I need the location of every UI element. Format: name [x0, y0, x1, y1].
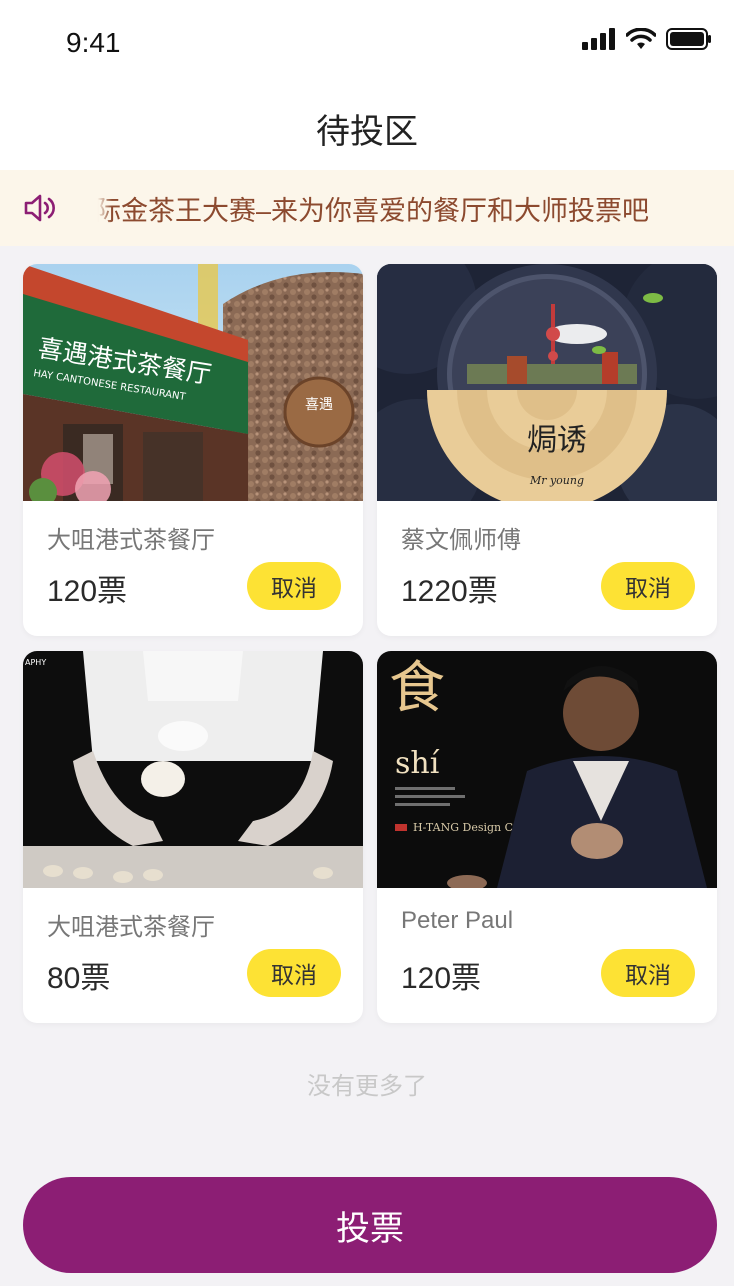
badge-text: 喜遇	[305, 397, 333, 413]
dish-art-photo: 焗诱 Mr young	[377, 264, 717, 501]
candidate-name: 蔡文佩师傅	[401, 527, 521, 554]
restaurant-photo: 喜遇港式茶餐厅 HAY CANTONESE RESTAURANT 喜遇	[23, 264, 363, 501]
status-bar: 9:41	[0, 0, 734, 86]
candidate-card[interactable]: 喜遇港式茶餐厅 HAY CANTONESE RESTAURANT 喜遇 大咀港式…	[23, 264, 363, 636]
notice-fade	[94, 170, 112, 246]
notice-bar[interactable]: 际金茶王大赛–来为你喜爱的餐厅和大师投票吧	[0, 170, 734, 246]
candidate-name: Peter Paul	[401, 907, 514, 934]
cancel-button[interactable]: 取消	[601, 562, 695, 610]
cancel-button[interactable]: 取消	[247, 562, 341, 610]
signal-icon	[582, 28, 615, 50]
shi-text: shí	[395, 746, 440, 781]
corner-text: APHY	[25, 658, 46, 667]
battery-icon	[666, 28, 711, 50]
vote-count: 120票	[47, 575, 128, 608]
big-char: 食	[389, 656, 445, 721]
status-icons	[582, 28, 712, 50]
notice-text: 际金茶王大赛–来为你喜爱的餐厅和大师投票吧	[94, 195, 650, 226]
wifi-icon	[626, 28, 656, 49]
page-title: 待投区	[316, 113, 418, 151]
vote-count: 80票	[47, 962, 111, 995]
vote-count: 120票	[401, 962, 482, 995]
candidate-card[interactable]: 焗诱 Mr young 蔡文佩师傅 1220票 取消	[377, 264, 717, 636]
status-time: 9:41	[66, 27, 121, 58]
cancel-button[interactable]: 取消	[247, 949, 341, 997]
vote-count: 1220票	[401, 575, 498, 608]
no-more-text: 没有更多了	[307, 1073, 427, 1100]
notice-marquee: 际金茶王大赛–来为你喜爱的餐厅和大师投票吧	[94, 170, 726, 246]
dough-chef-photo: APHY	[23, 651, 363, 888]
candidate-name: 大咀港式茶餐厅	[47, 527, 215, 554]
speaker-icon	[24, 194, 55, 222]
vote-button[interactable]: 投票	[23, 1177, 717, 1273]
logo-subtext: Mr young	[529, 474, 584, 487]
candidate-card[interactable]: APHY 大咀港式茶餐厅 80票 取消	[23, 651, 363, 1023]
chef-portrait-photo: 食 shí H-TANG Design Center	[377, 651, 717, 888]
cancel-button[interactable]: 取消	[601, 949, 695, 997]
title-bar: 待投区	[0, 86, 734, 170]
candidate-name: 大咀港式茶餐厅	[47, 914, 215, 941]
candidate-card[interactable]: 食 shí H-TANG Design Center Peter Paul 12…	[377, 651, 717, 1023]
logo-text: 焗诱	[527, 423, 587, 458]
